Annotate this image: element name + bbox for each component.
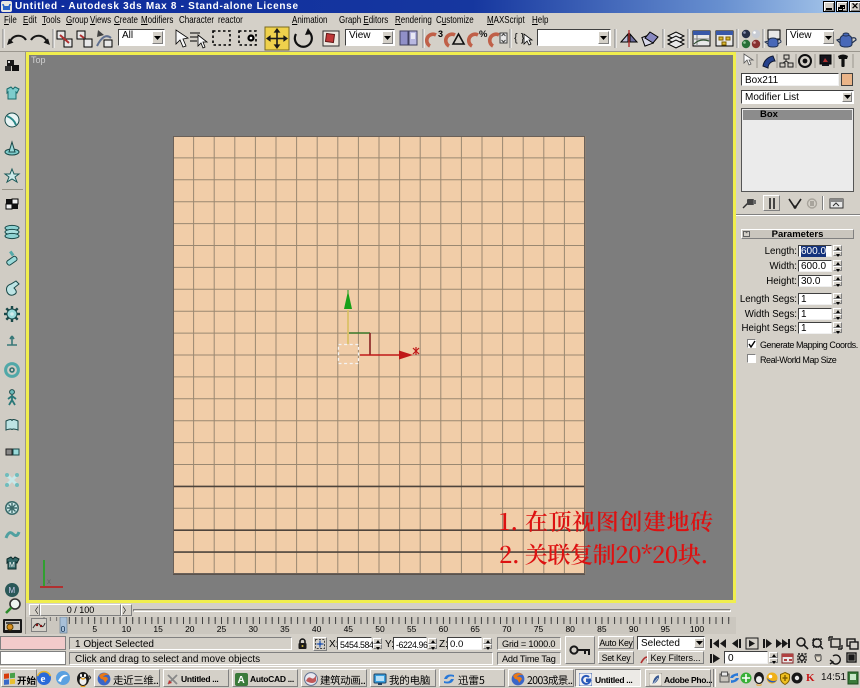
svg-text:15: 15: [153, 624, 163, 634]
svg-text:x: x: [47, 577, 51, 586]
svg-text:80: 80: [565, 624, 575, 634]
svg-text:85: 85: [597, 624, 607, 634]
svg-text:25: 25: [217, 624, 227, 634]
svg-text:50: 50: [375, 624, 385, 634]
svg-text:M: M: [9, 586, 16, 595]
svg-text:e: e: [41, 673, 46, 685]
svg-text:M: M: [9, 562, 15, 569]
svg-text:20: 20: [185, 624, 195, 634]
svg-text:75: 75: [534, 624, 544, 634]
svg-text:35: 35: [280, 624, 290, 634]
svg-text:90: 90: [629, 624, 639, 634]
svg-text:100: 100: [690, 624, 704, 634]
svg-text:30: 30: [248, 624, 258, 634]
svg-text:A: A: [238, 675, 245, 686]
svg-text:65: 65: [470, 624, 480, 634]
svg-text:55: 55: [407, 624, 417, 634]
svg-text:70: 70: [502, 624, 512, 634]
svg-text:95: 95: [661, 624, 671, 634]
svg-text:60: 60: [439, 624, 449, 634]
svg-text:5: 5: [92, 624, 97, 634]
svg-text:0: 0: [61, 624, 66, 634]
svg-text:10: 10: [122, 624, 132, 634]
svg-text:45: 45: [344, 624, 354, 634]
svg-text:40: 40: [312, 624, 322, 634]
